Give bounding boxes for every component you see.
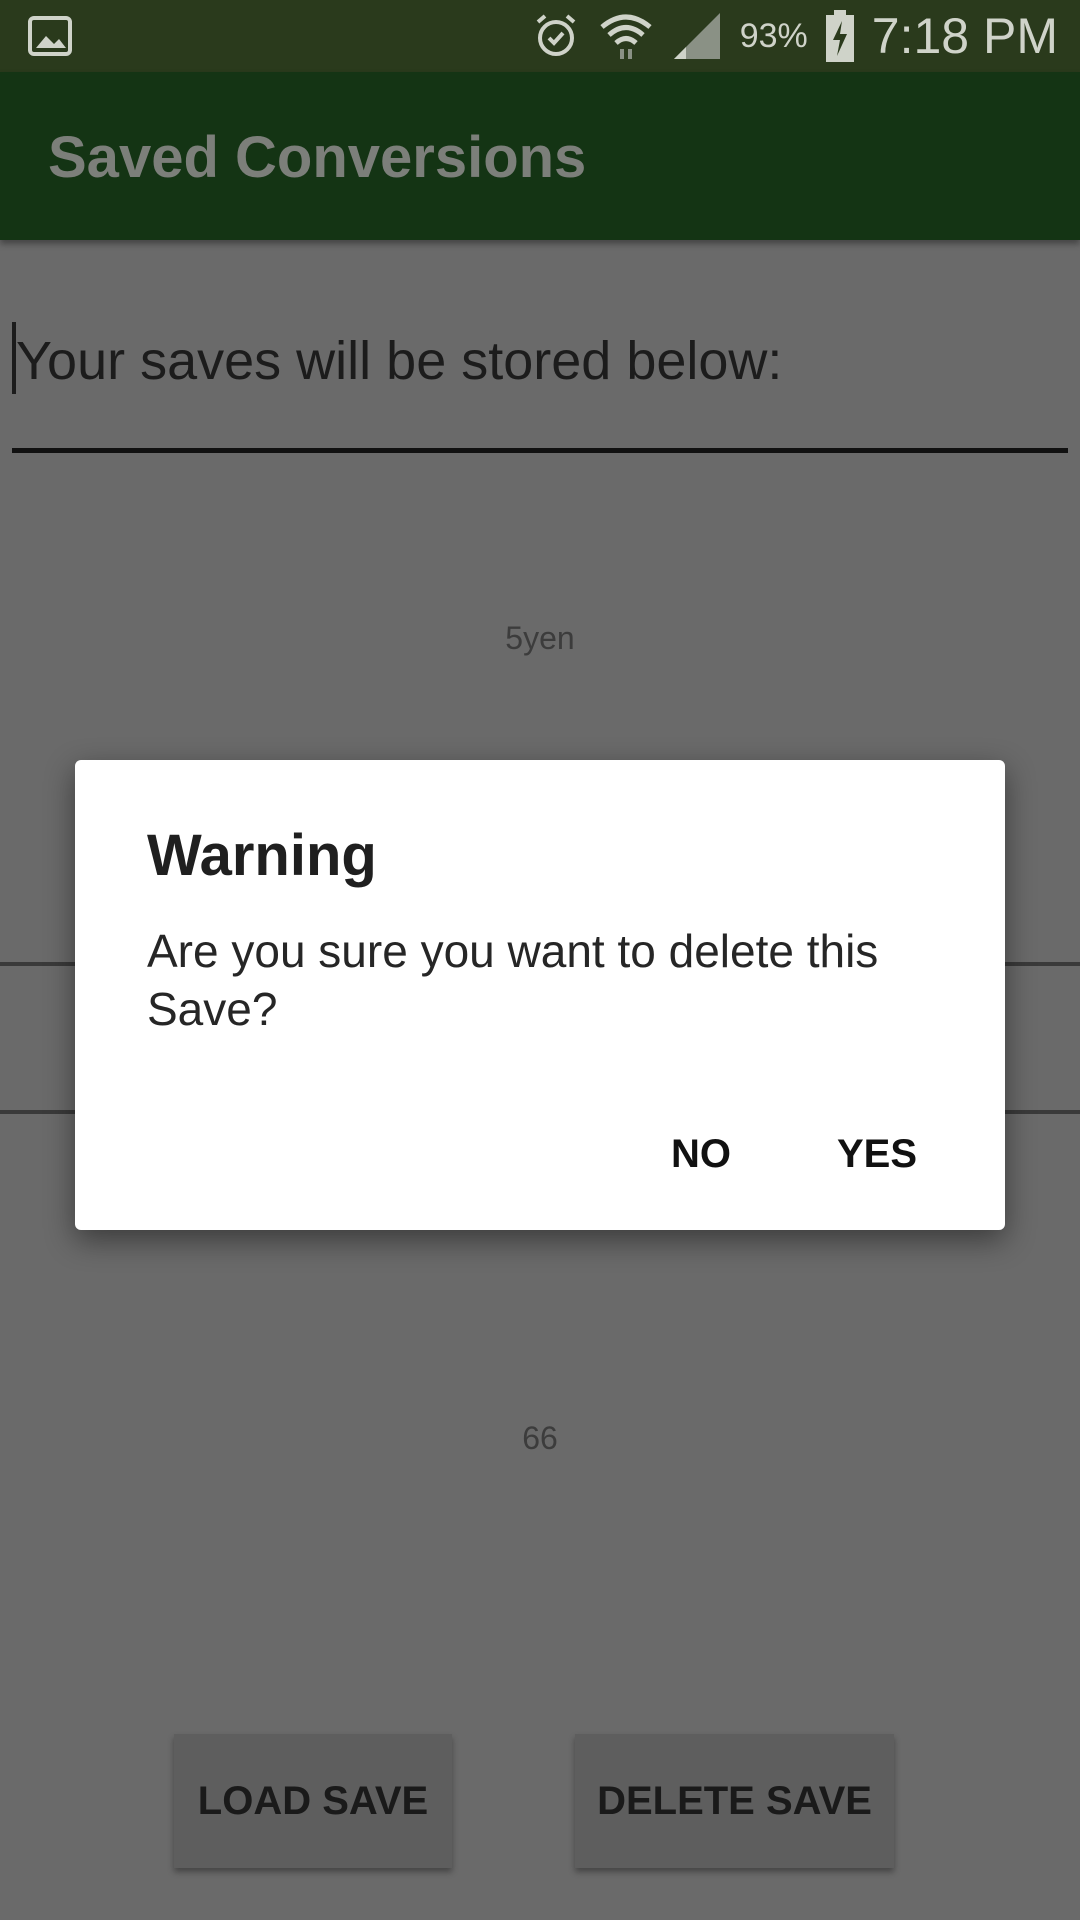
alarm-icon	[536, 14, 576, 56]
signal-icon	[673, 13, 720, 59]
dialog-actions: NO YES	[643, 1122, 945, 1187]
warning-dialog: Warning Are you sure you want to delete …	[75, 760, 1005, 1230]
delete-save-button[interactable]: DELETE SAVE	[575, 1734, 894, 1868]
app-bar: Saved Conversions	[0, 72, 1080, 240]
status-right: 93% 7:18 PM	[532, 0, 1058, 72]
gallery-icon	[28, 16, 72, 56]
wifi-icon	[600, 14, 652, 59]
no-button[interactable]: NO	[643, 1122, 759, 1187]
field-underline	[12, 448, 1068, 453]
list-item[interactable]: 5yen	[0, 620, 1080, 657]
page-title: Saved Conversions	[48, 125, 587, 190]
battery-percent: 93%	[739, 16, 808, 55]
status-bar: 93% 7:18 PM	[0, 0, 1080, 72]
battery-charging-icon	[825, 10, 854, 62]
saves-header-field[interactable]: Your saves will be stored below:	[12, 300, 1068, 456]
list-item[interactable]: 66	[0, 1420, 1080, 1457]
dialog-message: Are you sure you want to delete this Sav…	[147, 925, 879, 1035]
clock: 7:18 PM	[871, 8, 1058, 64]
dialog-title: Warning	[147, 823, 377, 888]
yes-button[interactable]: YES	[809, 1122, 945, 1187]
saves-header-text: Your saves will be stored below:	[16, 331, 783, 391]
load-save-button[interactable]: LOAD SAVE	[174, 1734, 452, 1868]
